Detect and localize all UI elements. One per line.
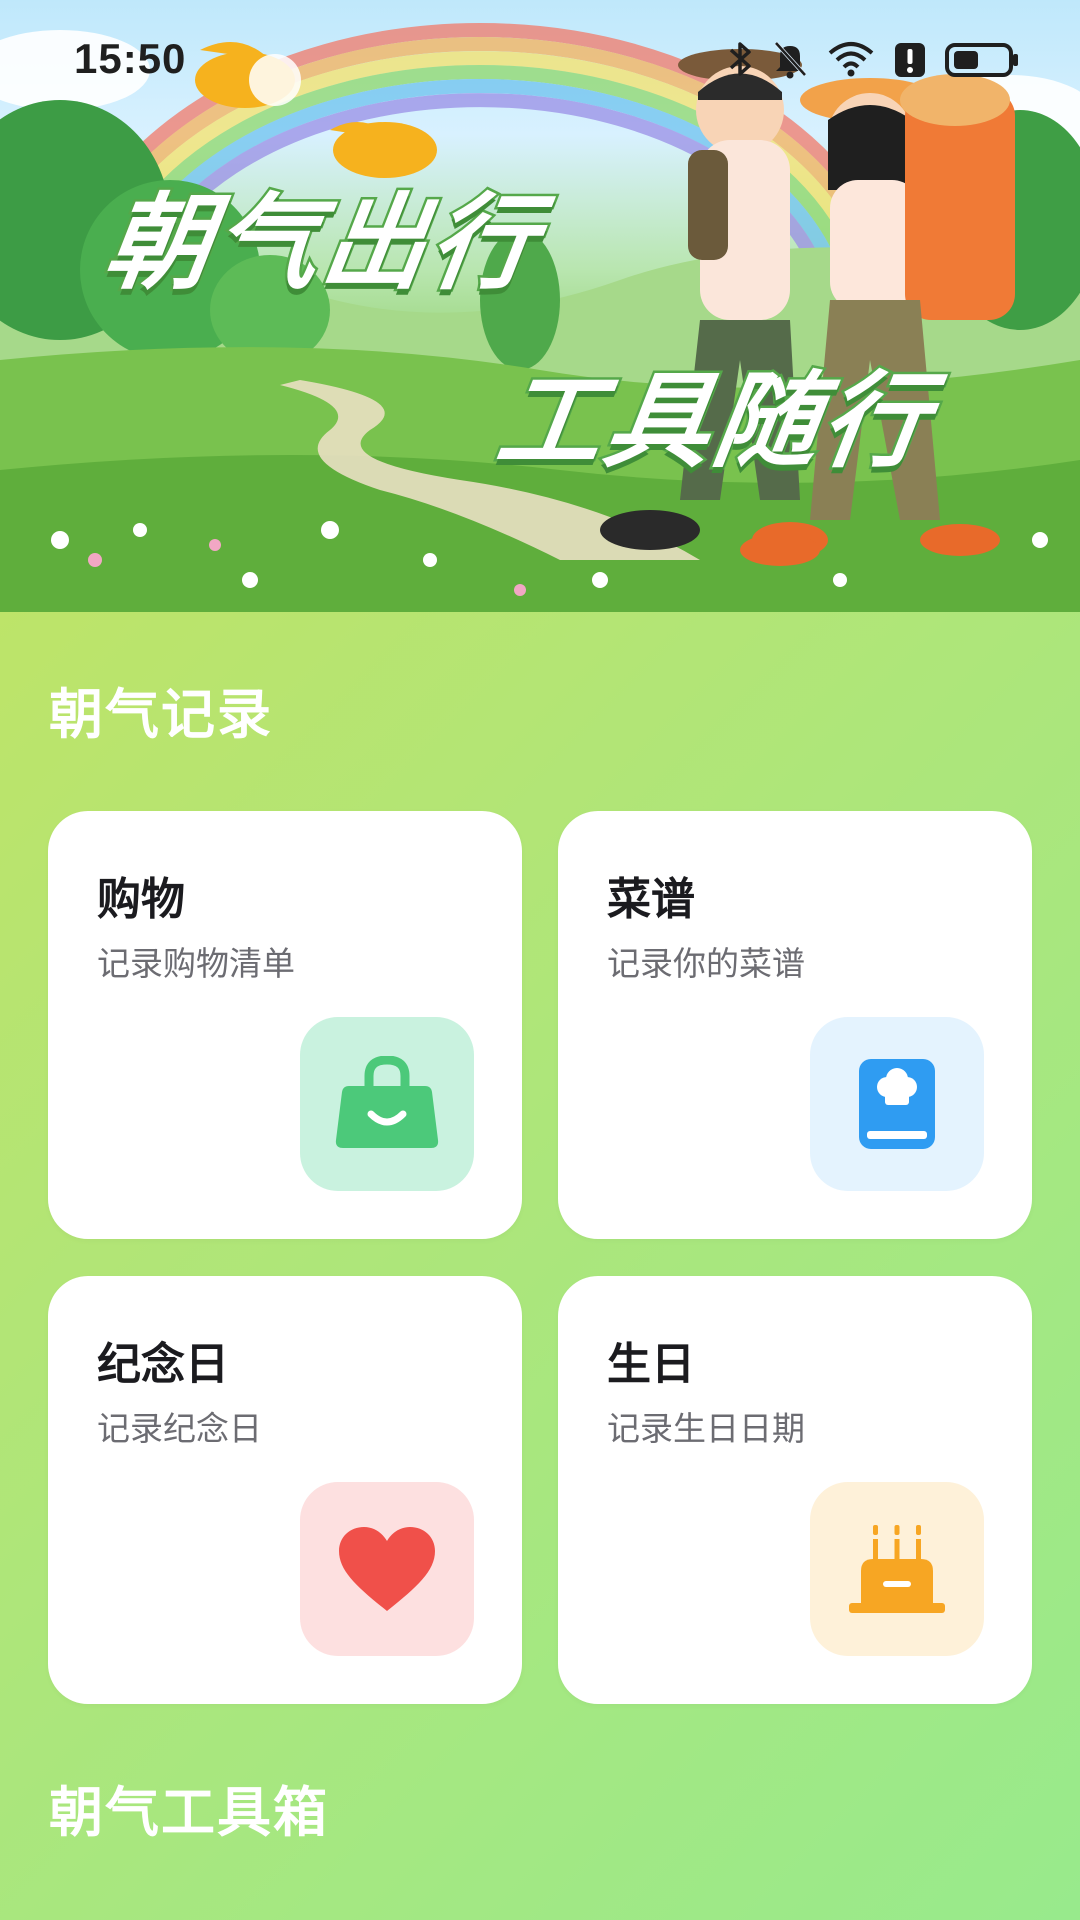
card-shopping[interactable]: 购物 记录购物清单 (48, 811, 522, 1239)
card-subtitle: 记录购物清单 (97, 944, 295, 983)
hero-slogan-line2: 工具随行 (488, 358, 942, 485)
status-time: 15:50 (74, 35, 187, 82)
shopping-bag-icon (300, 1017, 474, 1191)
card-title: 纪念日 (97, 1339, 229, 1390)
card-subtitle: 记录生日日期 (607, 1409, 805, 1448)
card-anniversary[interactable]: 纪念日 记录纪念日 (48, 1276, 522, 1704)
status-icons (728, 39, 1020, 79)
card-title: 生日 (607, 1339, 695, 1390)
mute-bell-icon (772, 39, 808, 79)
section-title-toolbox: 朝气工具箱 (49, 1781, 329, 1844)
card-subtitle: 记录你的菜谱 (607, 944, 805, 983)
card-title: 购物 (97, 874, 185, 925)
hero-banner: 15:50 朝气出行 工具随行 (0, 0, 1080, 612)
card-subtitle: 记录纪念日 (97, 1409, 262, 1448)
hero-slogan-line1: 朝气出行 (96, 180, 550, 307)
bluetooth-icon (728, 39, 754, 79)
status-bar: 15:50 (0, 0, 1080, 118)
wifi-icon (826, 39, 876, 79)
heart-icon (300, 1482, 474, 1656)
battery-icon (944, 39, 1020, 79)
alert-icon (894, 39, 926, 79)
card-recipe[interactable]: 菜谱 记录你的菜谱 (558, 811, 1032, 1239)
section-title-records: 朝气记录 (49, 683, 273, 746)
birthday-cake-icon (810, 1482, 984, 1656)
card-title: 菜谱 (607, 874, 695, 925)
recipe-book-icon (810, 1017, 984, 1191)
card-birthday[interactable]: 生日 记录生日日期 (558, 1276, 1032, 1704)
